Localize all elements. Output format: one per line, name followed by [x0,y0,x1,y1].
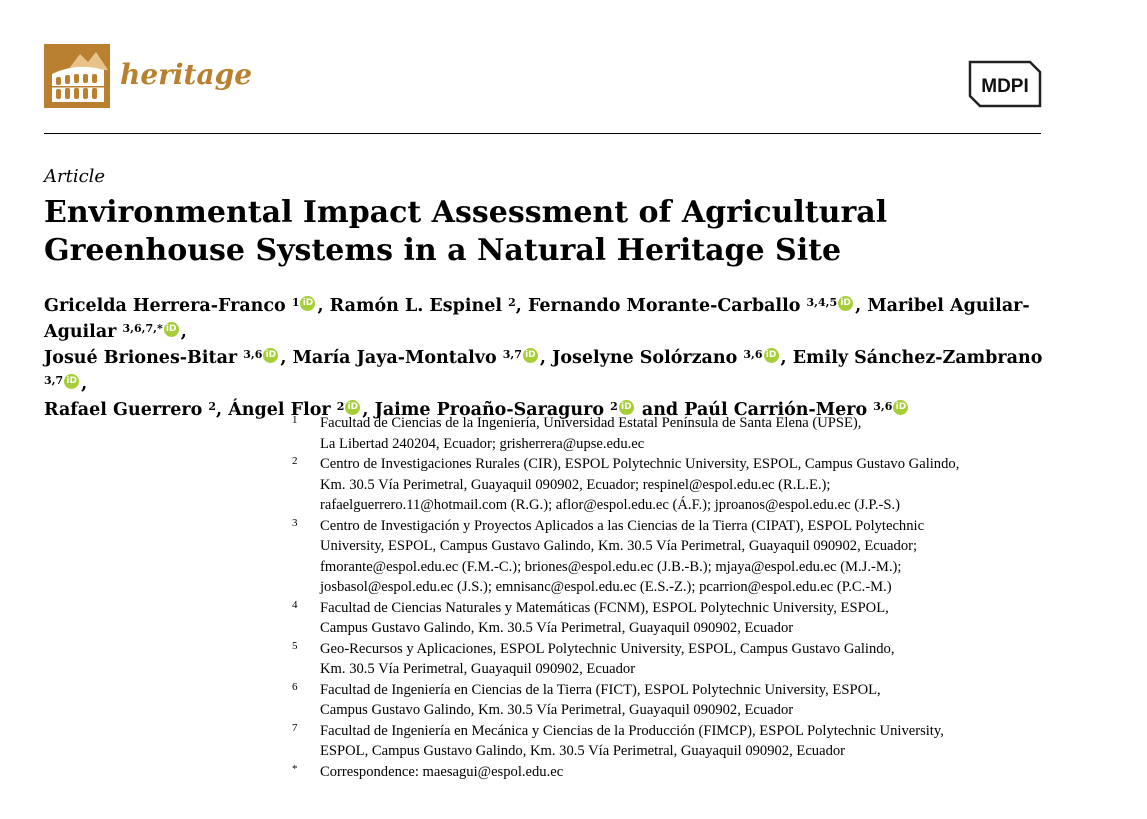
affiliation-item: 7 Facultad de Ingeniería en Mecánica y Ci… [292,721,1052,762]
affiliation-line: La Libertad 240204, Ecuador; grisherrera… [320,435,645,452]
affiliation-line: Correspondence: maesagui@espol.edu.ec [320,763,564,780]
affiliation-item: 5 Geo-Recursos y Aplicaciones, ESPOL Poly… [292,639,1052,680]
orcid-icon[interactable]: iD [64,374,80,389]
affiliation-list: 1 Facultad de Ciencias de la Ingeniería, … [292,413,1052,782]
author-affiliation-marker: 1 [291,296,300,309]
affiliation-line: fmorante@espol.edu.ec (F.M.-C.); briones… [320,558,902,575]
author-affiliation-marker: 3,6 [873,400,893,413]
journal-name: heritage [120,58,253,91]
affiliation-item: 3 Centro de Investigación y Proyectos Apl… [292,516,1052,598]
author-affiliation-marker: 2 [508,296,516,309]
affiliation-item: 2 Centro de Investigaciones Rurales (CIR)… [292,454,1052,516]
author-name[interactable]: Gricelda Herrera-Franco [44,296,292,316]
affiliation-number: 7 [292,721,298,734]
affiliation-number: * [292,762,298,775]
author-name[interactable]: Emily Sánchez-Zambrano [793,348,1043,368]
affiliation-number: 2 [292,455,298,467]
orcid-icon[interactable]: iD [763,348,779,363]
article-type: Article [44,166,106,187]
orcid-icon[interactable]: iD [263,348,279,363]
author-affiliation-marker: 2 [610,400,618,413]
colosseum-icon [44,44,110,108]
affiliation-line: ESPOL, Campus Gustavo Galindo, Km. 30.5 … [320,743,846,759]
affiliation-number: 1 [292,414,298,426]
author-name[interactable]: Rafael Guerrero [44,400,208,420]
author-name[interactable]: Joselyne Solórzano [552,348,743,368]
affiliation-number: 3 [292,516,298,529]
affiliation-item: 1 Facultad de Ciencias de la Ingeniería, … [292,413,1052,454]
author-separator: , [81,374,88,394]
author-affiliation-marker: 3,4,5 [806,296,838,309]
affiliation-line: Facultad de Ciencias de la Ingeniería, U… [320,415,862,431]
affiliation-number: 6 [292,680,298,693]
affiliation-line: Centro de Investigación y Proyectos Apli… [320,517,925,534]
affiliation-line: Geo-Recursos y Aplicaciones, ESPOL Polyt… [320,640,895,657]
orcid-icon[interactable]: iD [300,296,316,311]
author-list: Gricelda Herrera-Franco 1 iD, Ramón L. Es… [44,293,1064,423]
article-title: Environmental Impact Assessment of Agric… [44,195,888,268]
author-affiliation-marker: 2 [336,400,345,413]
author-name[interactable]: María Jaya-Montalvo [293,348,503,368]
author-separator: , [515,296,528,316]
author-separator: , [216,400,229,420]
header-rule [44,133,1041,134]
journal-header: heritage MDPI [44,44,1042,110]
affiliation-line: Centro de Investigaciones Rurales (CIR),… [320,456,960,472]
author-affiliation-marker: 2 [208,400,217,413]
affiliation-line: Km. 30.5 Vía Perimetral, Guayaquil 09090… [320,661,636,677]
mdpi-logo: MDPI [960,56,1042,112]
affiliation-line: rafaelguerrero.11@hotmail.com (R.G.); af… [320,497,901,513]
author-separator: , [317,296,330,316]
author-name[interactable]: Ramón L. Espinel [330,296,508,316]
author-separator: , [280,348,293,368]
affiliation-line: University, ESPOL, Campus Gustavo Galind… [320,538,918,554]
author-affiliation-marker: 3,7 [502,348,522,361]
author-separator: , [855,296,868,316]
author-affiliation-marker: 3,6,7,* [122,322,163,335]
orcid-icon[interactable]: iD [838,296,854,311]
svg-text:MDPI: MDPI [981,76,1029,97]
affiliation-line: Facultad de Ingeniería en Mecánica y Cie… [320,722,944,739]
affiliation-line: Km. 30.5 Vía Perimetral, Guayaquil 09090… [320,476,831,493]
orcid-icon[interactable]: iD [522,348,538,363]
affiliation-item: 6 Facultad de Ingeniería en Ciencias de l… [292,680,1052,721]
orcid-icon[interactable]: iD [163,322,179,337]
affiliation-line: josbasol@espol.edu.ec (J.S.); emnisanc@e… [320,579,892,595]
affiliation-item: 4 Facultad de Ciencias Naturales y Matemá… [292,598,1052,639]
author-separator: , [180,322,187,342]
affiliation-number: 5 [292,639,298,652]
author-separator: , [539,348,553,368]
affiliation-line: Facultad de Ingeniería en Ciencias de la… [320,681,881,698]
author-affiliation-marker: 3,6 [243,348,263,361]
affiliation-number: 4 [292,598,298,611]
affiliation-line: Campus Gustavo Galindo, Km. 30.5 Vía Per… [320,620,794,636]
affiliation-item: * Correspondence: maesagui@espol.edu.ec [292,762,1052,783]
affiliation-line: Campus Gustavo Galindo, Km. 30.5 Vía Per… [320,702,794,718]
affiliation-line: Facultad de Ciencias Naturales y Matemát… [320,599,889,616]
author-affiliation-marker: 3,7 [44,374,64,387]
author-affiliation-marker: 3,6 [743,348,763,361]
author-name[interactable]: Josué Briones-Bitar [44,348,243,368]
author-separator: , [780,348,793,368]
author-name[interactable]: Fernando Morante-Carballo [528,296,807,316]
